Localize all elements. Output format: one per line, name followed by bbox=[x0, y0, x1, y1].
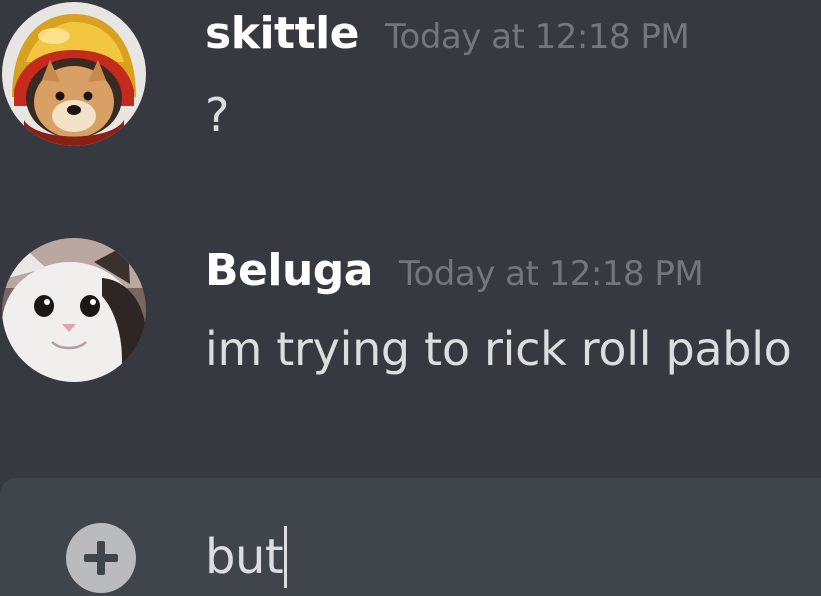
message-header: Beluga Today at 12:18 PM bbox=[205, 245, 704, 296]
chat-view: skittle Today at 12:18 PM ? Beluga Today… bbox=[0, 0, 821, 596]
username[interactable]: Beluga bbox=[205, 245, 373, 296]
dog-astronaut-helmet-icon bbox=[2, 2, 146, 146]
attach-button[interactable] bbox=[66, 523, 136, 593]
message-composer: but bbox=[0, 478, 821, 596]
username[interactable]: skittle bbox=[205, 8, 360, 59]
message-header: skittle Today at 12:18 PM bbox=[205, 8, 690, 59]
timestamp: Today at 12:18 PM bbox=[385, 17, 690, 57]
message-input-value: but bbox=[205, 529, 284, 585]
cat-icon bbox=[2, 238, 146, 382]
message-content: im trying to rick roll pablo bbox=[205, 322, 792, 376]
message-content: ? bbox=[205, 88, 230, 142]
message-input[interactable]: but bbox=[205, 526, 288, 588]
plus-icon bbox=[97, 541, 105, 575]
avatar-beluga[interactable] bbox=[2, 238, 146, 382]
avatar-skittle[interactable] bbox=[2, 2, 146, 146]
timestamp: Today at 12:18 PM bbox=[398, 254, 704, 294]
text-caret bbox=[284, 526, 288, 588]
